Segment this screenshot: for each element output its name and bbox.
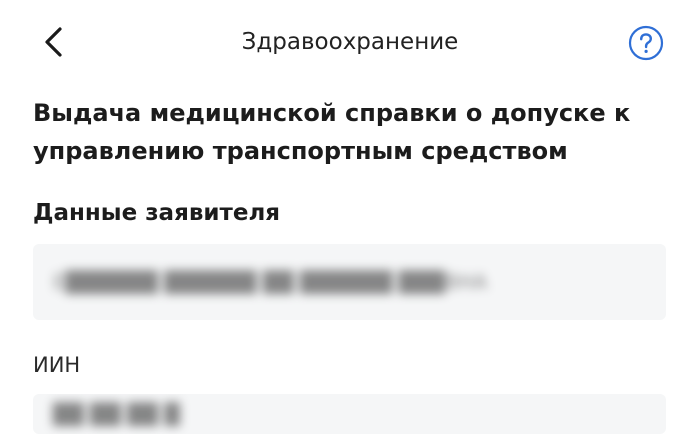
- app-header: Здравоохранение: [0, 0, 700, 84]
- page-title: Выдача медицинской справки о допуске к у…: [33, 99, 631, 165]
- iin-label: ИИН: [33, 353, 81, 377]
- applicant-name-field[interactable]: Е██████ ██████ ██ ██████ ███ВНА: [33, 244, 666, 320]
- chevron-left-icon: [45, 27, 62, 57]
- iin-value: ██ ██ ██ █: [53, 402, 180, 426]
- question-circle-icon: [628, 25, 664, 61]
- back-button[interactable]: [34, 22, 74, 62]
- section-title-applicant: Данные заявителя: [33, 200, 281, 226]
- header-title: Здравоохранение: [241, 29, 459, 55]
- applicant-name-value: Е██████ ██████ ██ ██████ ███ВНА: [53, 270, 488, 294]
- iin-field[interactable]: ██ ██ ██ █: [33, 394, 666, 434]
- help-button[interactable]: [628, 25, 664, 61]
